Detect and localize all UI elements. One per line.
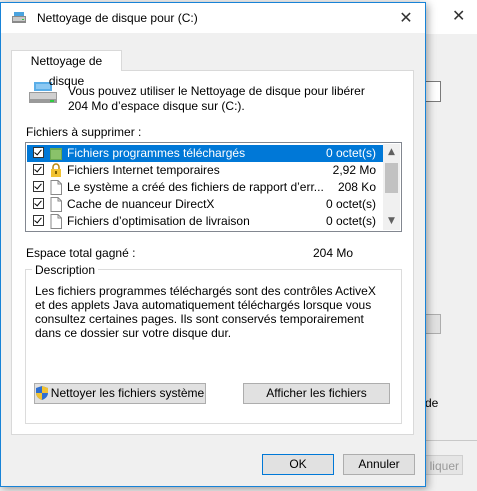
disk-cleanup-icon [12, 12, 26, 23]
file-name: Fichiers Internet temporaires [67, 163, 220, 177]
folder-icon [50, 148, 62, 160]
list-item[interactable]: Fichiers Internet temporaires 2,92 Mo [27, 162, 384, 179]
files-listbox[interactable]: Fichiers programmes téléchargés 0 octet(… [25, 142, 402, 232]
list-item[interactable]: Fichiers programmes téléchargés 0 octet(… [27, 145, 384, 162]
file-size: 0 octet(s) [325, 146, 376, 160]
scroll-up-icon[interactable]: ▲ [383, 144, 400, 161]
checkbox[interactable] [33, 147, 44, 158]
lock-icon [51, 163, 61, 177]
scroll-down-icon[interactable]: ▼ [383, 213, 400, 230]
titlebar: Nettoyage de disque pour (C:) ✕ [1, 3, 425, 33]
background-field[interactable] [425, 81, 441, 102]
description-title: Description [32, 263, 99, 277]
file-size: 2,92 Mo [332, 163, 376, 177]
description-text: Les fichiers programmes téléchargés sont… [35, 284, 376, 340]
clean-system-files-button[interactable]: Nettoyer les fichiers système [34, 383, 206, 404]
background-button[interactable] [425, 314, 441, 334]
file-size: 0 octet(s) [325, 197, 376, 211]
tab-disk-cleanup[interactable]: Nettoyage de disque [11, 50, 122, 88]
list-item[interactable]: Le système a créé des fichiers de rappor… [27, 179, 384, 196]
cancel-button[interactable]: Annuler [343, 454, 415, 475]
ok-button[interactable]: OK [262, 454, 334, 475]
total-space-label: Espace total gagné : [26, 246, 136, 260]
file-name: Fichiers programmes téléchargés [67, 146, 246, 160]
file-icon [50, 180, 62, 195]
list-scrollbar[interactable]: ▲ ▼ [383, 144, 400, 230]
file-name: Fichiers d’optimisation de livraison [67, 214, 250, 228]
background-titlebar [420, 0, 477, 34]
clean-system-files-label: Nettoyer les fichiers système [50, 386, 205, 400]
file-name: Le système a créé des fichiers de rappor… [67, 180, 324, 194]
dialog-title: Nettoyage de disque pour (C:) [37, 11, 198, 25]
checkbox[interactable] [33, 198, 44, 209]
checkbox[interactable] [33, 164, 44, 175]
close-icon[interactable]: ✕ [393, 7, 419, 29]
scroll-thumb[interactable] [385, 163, 398, 193]
checkbox[interactable] [33, 181, 44, 192]
file-size: 208 Ko [337, 180, 376, 194]
list-item[interactable]: Fichiers d’optimisation de livraison 0 o… [27, 213, 384, 230]
background-close-icon[interactable]: ✕ [452, 6, 465, 25]
file-icon [50, 197, 62, 212]
checkbox[interactable] [33, 215, 44, 226]
file-icon [50, 214, 62, 229]
shield-icon [35, 385, 48, 400]
show-files-button[interactable]: Afficher les fichiers [243, 383, 390, 404]
background-divider [426, 440, 477, 441]
list-item[interactable]: Cache de nuanceur DirectX 0 octet(s) [27, 196, 384, 213]
background-text: de [425, 396, 439, 410]
intro-text: Vous pouvez utiliser le Nettoyage de dis… [68, 84, 365, 113]
total-space-value: 204 Mo [313, 246, 354, 260]
files-to-delete-label: Fichiers à supprimer : [26, 125, 142, 139]
file-size: 0 octet(s) [325, 214, 376, 228]
file-name: Cache de nuanceur DirectX [67, 197, 215, 211]
